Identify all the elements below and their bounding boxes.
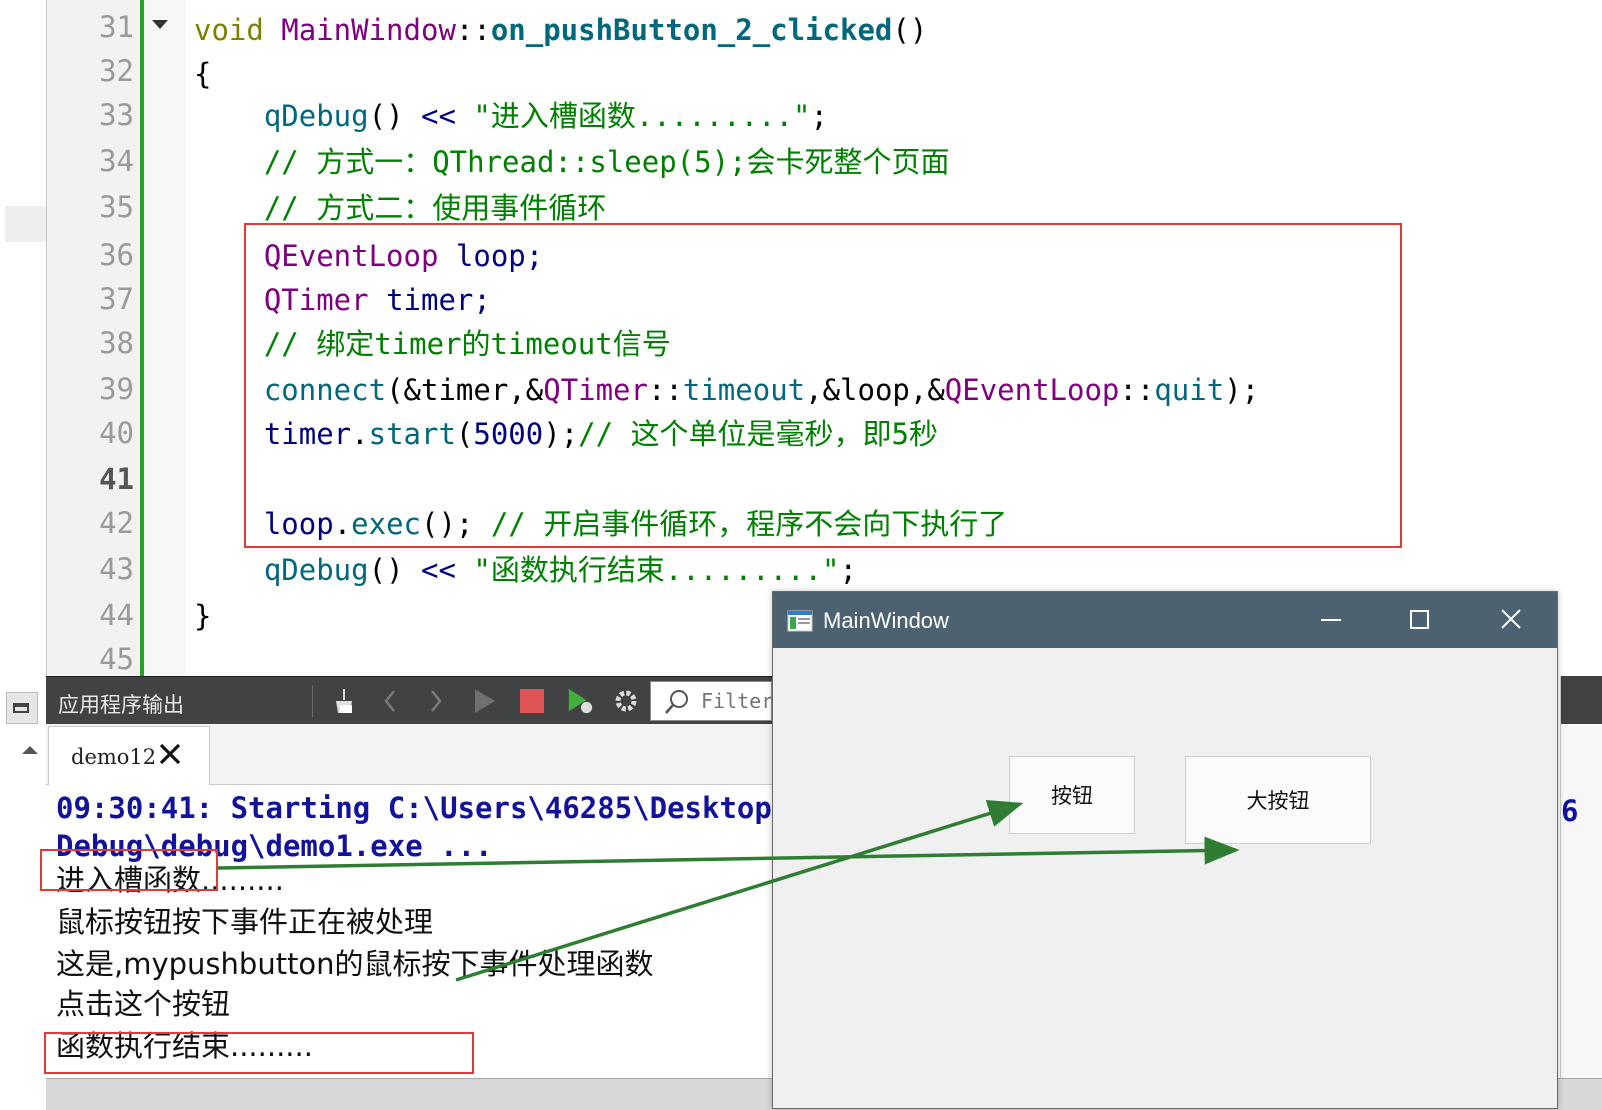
line-number: 35 (99, 190, 134, 224)
fold-margin (144, 0, 186, 690)
string-literal: "函数执行结束........." (473, 553, 840, 587)
line-number: 40 (99, 416, 134, 450)
code-editor[interactable]: 31 32 33 34 35 36 37 38 39 40 41 42 43 4… (0, 0, 1602, 690)
string-literal: "进入槽函数........." (473, 99, 811, 133)
line-number: 38 (99, 326, 134, 360)
line-number: 39 (99, 372, 134, 406)
semicolon: ; (810, 99, 828, 133)
function-name: on_pushButton_2_clicked (490, 13, 893, 47)
line-number: 43 (99, 552, 134, 586)
debug-run-icon[interactable] (566, 687, 594, 715)
settings-gear-icon[interactable] (612, 687, 640, 715)
output-highlight-box-end (44, 1032, 474, 1074)
editor-side-mark (5, 206, 46, 242)
previous-arrow-icon[interactable] (376, 687, 404, 715)
scope-operator: :: (455, 13, 491, 47)
line-number: 45 (99, 642, 134, 676)
line-number: 37 (99, 282, 134, 316)
window-titlebar[interactable]: MainWindow (773, 592, 1557, 648)
collapse-pane-icon[interactable] (6, 692, 38, 724)
code-highlight-box (244, 223, 1402, 548)
line-number: 42 (99, 506, 134, 540)
output-tab-demo12[interactable]: demo12 (48, 726, 210, 785)
next-arrow-icon[interactable] (422, 687, 450, 715)
window-title: MainWindow (823, 608, 949, 633)
parens: () (892, 13, 928, 47)
filter-input[interactable] (699, 688, 773, 714)
brace-close: } (194, 599, 212, 633)
output-pane-title: 应用程序输出 (58, 693, 184, 717)
code-line-32[interactable]: { (194, 56, 211, 92)
parens: () (368, 99, 404, 133)
main-window: MainWindow 按钮 大按钮 (772, 591, 1558, 1109)
scroll-up-arrow-icon[interactable] (18, 738, 42, 762)
output-line: 09:30:41: Starting C:\Users\46285\Deskto… (56, 791, 790, 825)
line-number: 44 (99, 598, 134, 632)
code-line-35[interactable]: // 方式二：使用事件循环 (194, 190, 606, 226)
stop-icon[interactable] (518, 687, 546, 715)
call-qdebug: qDebug (194, 99, 369, 133)
app-window-icon (787, 610, 813, 632)
code-line-43[interactable]: qDebug() << "函数执行结束........."; (194, 552, 857, 588)
fold-arrow-icon[interactable] (152, 20, 168, 29)
class-name: MainWindow (263, 13, 456, 47)
stream-operator: << (403, 553, 474, 587)
search-icon (665, 690, 688, 714)
toolbar-edge (1561, 676, 1602, 724)
line-number: 33 (99, 98, 134, 132)
output-line: 鼠标按钮按下事件正在被处理 (56, 905, 434, 939)
output-line: 点击这个按钮 (56, 987, 231, 1021)
line-number: 32 (99, 54, 134, 88)
close-window-icon[interactable] (1491, 604, 1531, 636)
filter-input-box[interactable] (650, 681, 773, 721)
code-line-33[interactable]: qDebug() << "进入槽函数........."; (194, 98, 828, 134)
output-toolbar: 应用程序输出 (46, 676, 773, 725)
line-number-current: 41 (99, 462, 134, 496)
code-line-31[interactable]: void MainWindow::on_pushButton_2_clicked… (194, 12, 927, 48)
output-highlight-box-start (40, 849, 218, 891)
call-qdebug: qDebug (194, 553, 369, 587)
semicolon: ; (839, 553, 857, 587)
editor-left-strip (0, 0, 46, 690)
close-tab-icon[interactable] (157, 741, 183, 767)
toolbar-separator (312, 685, 313, 717)
line-number: 36 (99, 238, 134, 272)
push-button[interactable]: 按钮 (1009, 756, 1135, 834)
line-number: 34 (99, 144, 134, 178)
code-line-44[interactable]: } (194, 598, 211, 634)
code-line-34[interactable]: // 方式一：QThread::sleep(5);会卡死整个页面 (194, 144, 950, 180)
maximize-icon[interactable] (1399, 604, 1439, 636)
big-push-button[interactable]: 大按钮 (1185, 756, 1371, 844)
run-icon[interactable] (470, 687, 498, 715)
line-number: 31 (99, 10, 134, 44)
stream-operator: << (403, 99, 474, 133)
output-line: 这是,mypushbutton的鼠标按下事件处理函数 (56, 947, 654, 981)
comment: // 方式二：使用事件循环 (194, 191, 607, 225)
tab-label: demo12 (71, 745, 157, 769)
comment: // 方式一：QThread::sleep(5);会卡死整个页面 (194, 145, 950, 179)
output-tabbar: demo12 (46, 724, 772, 785)
minimize-icon[interactable] (1311, 604, 1351, 636)
clear-output-icon[interactable] (330, 687, 358, 715)
output-right-edge: 6 (1560, 676, 1602, 1109)
brace-open: { (194, 57, 212, 91)
parens: () (368, 553, 404, 587)
output-overflow-text: 6 (1561, 794, 1579, 828)
keyword-void: void (194, 13, 264, 47)
